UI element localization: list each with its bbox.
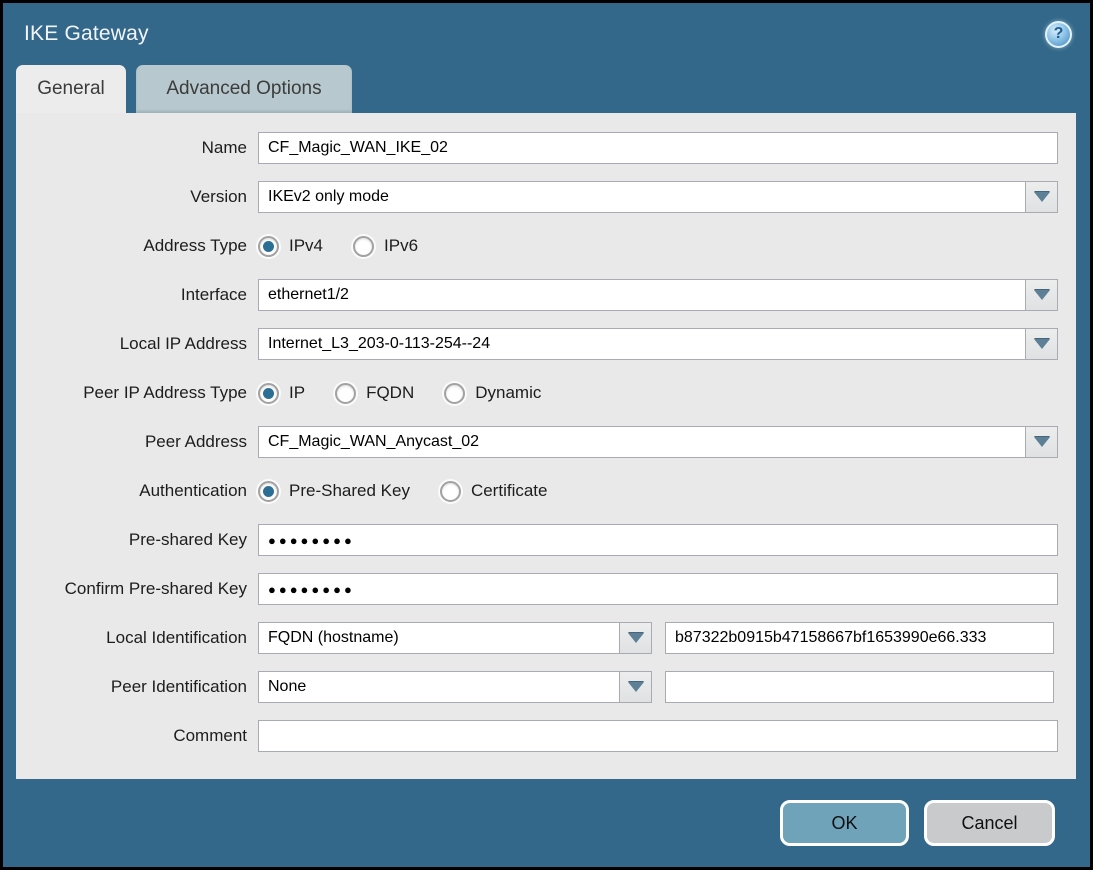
version-dropdown [258,181,1058,213]
chevron-down-icon [628,682,644,692]
confirm-pre-shared-key-row: Confirm Pre-shared Key [16,573,1076,605]
radio-certificate[interactable]: Certificate [440,481,548,502]
peer-ip-address-type-row: Peer IP Address Type IP FQDN Dynamic [16,377,1076,409]
version-input[interactable] [258,181,1026,213]
comment-label: Comment [16,726,258,746]
radio-unselected-icon [440,481,461,502]
local-ip-address-row: Local IP Address [16,328,1076,360]
chevron-down-icon [1034,437,1050,447]
radio-unselected-icon [335,383,356,404]
interface-dropdown [258,279,1058,311]
peer-address-input[interactable] [258,426,1026,458]
local-identification-type-input[interactable] [258,622,620,654]
radio-unselected-icon [444,383,465,404]
name-label: Name [16,138,258,158]
peer-ip-address-type-radio-group: IP FQDN Dynamic [258,383,571,404]
authentication-label: Authentication [16,481,258,501]
radio-fqdn[interactable]: FQDN [335,383,414,404]
address-type-radio-group: IPv4 IPv6 [258,236,448,257]
radio-selected-icon [258,236,279,257]
radio-selected-icon [258,481,279,502]
peer-identification-label: Peer Identification [16,677,258,697]
pre-shared-key-label: Pre-shared Key [16,530,258,550]
radio-selected-icon [258,383,279,404]
peer-identification-dropdown-button[interactable] [619,671,652,703]
peer-identification-value-input[interactable] [665,671,1054,703]
local-identification-type-dropdown [258,622,652,654]
interface-input[interactable] [258,279,1026,311]
authentication-row: Authentication Pre-Shared Key Certificat… [16,475,1076,507]
general-tab-panel: Name Version Address Type [16,113,1076,779]
chevron-down-icon [1034,339,1050,349]
peer-address-label: Peer Address [16,432,258,452]
cancel-button[interactable]: Cancel [924,800,1055,846]
help-icon[interactable]: ? [1045,21,1072,48]
confirm-pre-shared-key-input[interactable] [258,573,1058,605]
version-label: Version [16,187,258,207]
authentication-radio-group: Pre-Shared Key Certificate [258,481,577,502]
ike-gateway-dialog: IKE Gateway ? General Advanced Options N… [0,0,1093,870]
comment-row: Comment [16,720,1076,752]
dialog-footer: OK Cancel [3,779,1090,867]
radio-pre-shared-key[interactable]: Pre-Shared Key [258,481,410,502]
radio-ip-label: IP [289,383,305,403]
local-ip-address-dropdown [258,328,1058,360]
address-type-label: Address Type [16,236,258,256]
interface-dropdown-button[interactable] [1025,279,1058,311]
dialog-chrome: IKE Gateway ? General Advanced Options N… [3,3,1090,867]
pre-shared-key-row: Pre-shared Key [16,524,1076,556]
pre-shared-key-input[interactable] [258,524,1058,556]
local-identification-label: Local Identification [16,628,258,648]
peer-address-dropdown [258,426,1058,458]
interface-label: Interface [16,285,258,305]
version-row: Version [16,181,1076,213]
tab-advanced-options[interactable]: Advanced Options [136,65,352,113]
chevron-down-icon [628,633,644,643]
peer-ip-address-type-label: Peer IP Address Type [16,383,258,403]
dialog-title: IKE Gateway [24,22,149,46]
name-input[interactable] [258,132,1058,164]
chevron-down-icon [1034,192,1050,202]
radio-fqdn-label: FQDN [366,383,414,403]
titlebar: IKE Gateway ? [3,3,1090,65]
local-identification-row: Local Identification [16,622,1076,654]
radio-dynamic[interactable]: Dynamic [444,383,541,404]
comment-input[interactable] [258,720,1058,752]
peer-identification-combo [258,671,1058,703]
tab-bar: General Advanced Options [3,65,1090,113]
peer-address-row: Peer Address [16,426,1076,458]
local-ip-address-input[interactable] [258,328,1026,360]
local-ip-address-label: Local IP Address [16,334,258,354]
local-ip-address-dropdown-button[interactable] [1025,328,1058,360]
local-identification-combo [258,622,1058,654]
radio-ipv6[interactable]: IPv6 [353,236,418,257]
local-identification-dropdown-button[interactable] [619,622,652,654]
ok-button[interactable]: OK [780,800,909,846]
chevron-down-icon [1034,290,1050,300]
confirm-pre-shared-key-label: Confirm Pre-shared Key [16,579,258,599]
radio-certificate-label: Certificate [471,481,548,501]
address-type-row: Address Type IPv4 IPv6 [16,230,1076,262]
interface-row: Interface [16,279,1076,311]
radio-unselected-icon [353,236,374,257]
radio-ip[interactable]: IP [258,383,305,404]
radio-dynamic-label: Dynamic [475,383,541,403]
local-identification-value-input[interactable] [665,622,1054,654]
radio-pre-shared-key-label: Pre-Shared Key [289,481,410,501]
radio-ipv4[interactable]: IPv4 [258,236,323,257]
name-row: Name [16,132,1076,164]
peer-identification-type-input[interactable] [258,671,620,703]
radio-ipv4-label: IPv4 [289,236,323,256]
version-dropdown-button[interactable] [1025,181,1058,213]
peer-identification-row: Peer Identification [16,671,1076,703]
radio-ipv6-label: IPv6 [384,236,418,256]
tab-general[interactable]: General [16,65,126,113]
peer-identification-type-dropdown [258,671,652,703]
peer-address-dropdown-button[interactable] [1025,426,1058,458]
